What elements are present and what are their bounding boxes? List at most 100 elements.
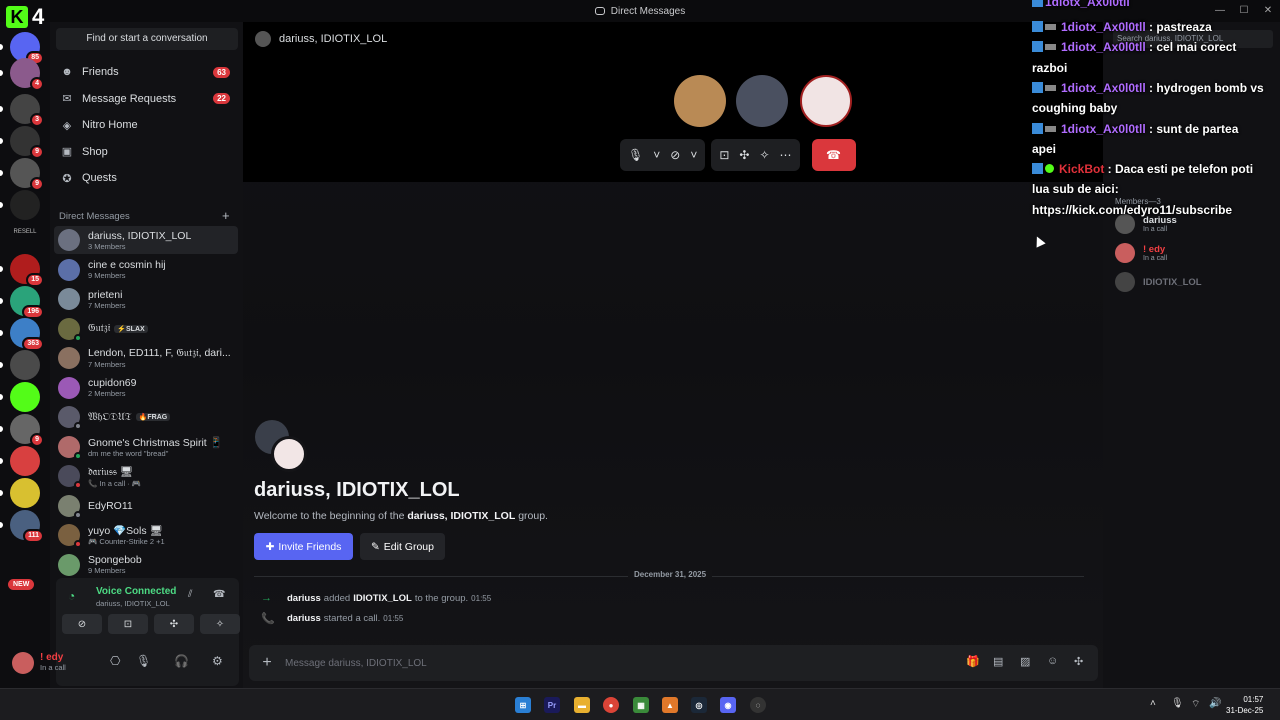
wifi-icon[interactable]: ⌔ [1191, 698, 1200, 711]
dm-item[interactable]: Gnome's Christmas Spirit 📱 dm me the word… [54, 433, 238, 461]
message-input[interactable]: Message dariuss, IDIOTIX_LOL [285, 658, 427, 669]
server-icon[interactable]: 15 [10, 254, 44, 287]
system-clock[interactable]: 01:57 31-Dec-25 [1226, 694, 1263, 716]
discord-taskbar-icon[interactable]: ◉ [720, 697, 736, 713]
volume-icon[interactable]: 🔊 [1209, 698, 1221, 709]
server-icon[interactable] [10, 190, 40, 220]
dm-name-row: cupidon69 [88, 377, 238, 389]
create-dm-button[interactable]: + [222, 208, 230, 223]
call-controls: 🎙 ˅ ⊘ ˅ ⊡ ✣ ✧ ⋯ ☎ [620, 139, 856, 171]
server-icon[interactable]: 196 [10, 286, 44, 319]
disconnect-icon[interactable]: ☎ [213, 589, 225, 600]
dm-text: cine e cosmin hij 9 Members [88, 259, 238, 280]
tray-mic-icon[interactable]: 🎙 [1171, 698, 1184, 709]
call-participant-2[interactable] [736, 75, 788, 127]
nav-item-message-requests[interactable]: ✉ Message Requests 22 [54, 86, 238, 112]
dm-item[interactable]: yuyo 💎Sols 🖥 🎮 Counter-Strike 2 +1 [54, 521, 238, 549]
call-actions[interactable]: ⊡ ✣ ✧ ⋯ [711, 139, 800, 171]
start-icon[interactable]: ⊞ [515, 697, 531, 713]
dm-item[interactable]: cine e cosmin hij 9 Members [54, 256, 238, 284]
dm-name-row: 𝔊𝔲𝔱𝔷𝔦 ⚡SLAX [88, 322, 238, 335]
call-participant-cat[interactable] [674, 75, 726, 127]
user-avatar[interactable] [12, 652, 34, 674]
unread-pip [0, 44, 3, 50]
server-icon[interactable] [10, 382, 40, 412]
dm-item[interactable]: 𝔊𝔲𝔱𝔷𝔦 ⚡SLAX [54, 315, 238, 343]
steam-icon[interactable]: ◎ [691, 697, 707, 713]
end-call-button[interactable]: ☎ [811, 139, 856, 171]
server-icon[interactable]: 3 [10, 94, 44, 127]
edit-group-button[interactable]: ✎ Edit Group [360, 533, 445, 560]
message-target[interactable]: IDIOTIX_LOL [353, 593, 412, 604]
dm-item[interactable]: Spongebob 9 Members [54, 551, 238, 579]
server-icon[interactable] [10, 350, 40, 380]
dm-item[interactable]: prieteni 7 Members [54, 285, 238, 313]
dm-name: Gnome's Christmas Spirit 📱 [88, 436, 223, 449]
voice-channel[interactable]: dariuss, IDIOTIX_LOL [96, 599, 170, 608]
noise-suppression-icon[interactable]: ⫽ [188, 589, 192, 600]
dm-name-row: yuyo 💎Sols 🖥 [88, 524, 238, 537]
server-icon[interactable] [10, 478, 40, 508]
overlay-user: 1diotx_Ax0l0tll [1061, 80, 1146, 95]
signal-icon[interactable]: ◔ [68, 589, 75, 603]
welcome-avatar-2 [271, 436, 307, 472]
dm-item[interactable]: dariuss, IDIOTIX_LOL 3 Members [54, 226, 238, 254]
dm-name: prieteni [88, 288, 123, 301]
nav-item-nitro-home[interactable]: ◈ Nitro Home [54, 112, 238, 138]
dm-text: prieteni 7 Members [88, 289, 238, 310]
server-icon[interactable]: 4 [10, 58, 44, 91]
gamepad-icon[interactable]: ⎔ [110, 654, 120, 668]
dm-item[interactable]: 𝔚𝔥𝔒𝔇𝔘𝔗 🔥FRAG [54, 403, 238, 431]
overlay-text: cel mai corect [1156, 40, 1237, 55]
app-icon[interactable]: ▲ [662, 697, 678, 713]
mic-control[interactable]: 🎙 ˅ ⊘ ˅ [620, 139, 706, 171]
headphones-icon[interactable]: 🎧 [174, 654, 189, 668]
nav-item-shop[interactable]: ▣ Shop [54, 139, 238, 165]
gift-icon[interactable]: 🎁 [966, 655, 980, 668]
dm-subtitle: 9 Members [88, 566, 126, 575]
minecraft-icon[interactable]: ▦ [633, 697, 649, 713]
server-icon[interactable]: 363 [10, 318, 44, 351]
sticker-icon[interactable]: ▨ [1020, 655, 1030, 668]
camera-button[interactable]: ⊘ [62, 614, 102, 634]
server-icon[interactable]: 9 [10, 414, 44, 447]
folder-icon[interactable]: ▬ [574, 697, 590, 713]
nav-item-quests[interactable]: ✪ Quests [54, 165, 238, 191]
member-item[interactable]: ! edy In a call [1115, 243, 1167, 263]
obs-icon[interactable]: ◌ [750, 697, 766, 713]
member-item[interactable]: IDIOTIX_LOL [1115, 272, 1202, 292]
soundboard-button[interactable]: ✧ [200, 614, 240, 634]
chrome-icon[interactable]: ● [603, 697, 619, 713]
unread-pip [0, 458, 3, 464]
apps-icon[interactable]: ✣ [1074, 655, 1083, 668]
mic-icon[interactable]: 🎙 [136, 654, 151, 668]
gif-icon[interactable]: ▤ [993, 655, 1003, 668]
new-badge[interactable]: NEW [8, 579, 35, 590]
dm-item[interactable]: Lendon, ED111, F, 𝔊𝔲𝔱𝔷𝔦, dari... 7 Member… [54, 344, 238, 372]
activities-button[interactable]: ✣ [154, 614, 194, 634]
overlay-user: KickBot [1059, 162, 1105, 177]
dm-item[interactable]: cupidon69 2 Members [54, 374, 238, 402]
dm-item[interactable]: 𝔡𝔞𝔯𝔦𝔲𝔰𝔰 🖥 📞 In a call · 🎮 [54, 462, 238, 490]
message-user[interactable]: dariuss [287, 593, 321, 604]
server-icon[interactable]: 9 [10, 158, 44, 191]
dm-subtitle: 2 Members [88, 389, 126, 398]
badge-icon [1045, 84, 1056, 91]
find-conversation-button[interactable]: Find or start a conversation [56, 28, 238, 50]
dm-item[interactable]: EdyRO11 [54, 492, 238, 520]
settings-gear-icon[interactable]: ⚙ [212, 654, 223, 668]
premiere-icon[interactable]: Pr [544, 697, 560, 713]
server-icon[interactable]: 111 [10, 510, 44, 543]
server-icon[interactable]: 9 [10, 126, 44, 159]
tray-chevron-icon[interactable]: ˄ [1150, 698, 1156, 709]
emoji-icon[interactable]: ☺ [1047, 655, 1058, 667]
attach-button[interactable]: + [249, 654, 285, 672]
nav-item-friends[interactable]: ☻ Friends 63 [54, 59, 238, 85]
message-user[interactable]: dariuss [287, 613, 321, 624]
call-participant-3[interactable] [800, 75, 852, 127]
overlay-user: 1diotx_Ax0l0tll [1061, 121, 1146, 136]
member-name: ! edy [1143, 244, 1166, 255]
screenshare-button[interactable]: ⊡ [108, 614, 148, 634]
server-icon[interactable] [10, 446, 40, 476]
invite-friends-button[interactable]: ✚ Invite Friends [254, 533, 353, 560]
